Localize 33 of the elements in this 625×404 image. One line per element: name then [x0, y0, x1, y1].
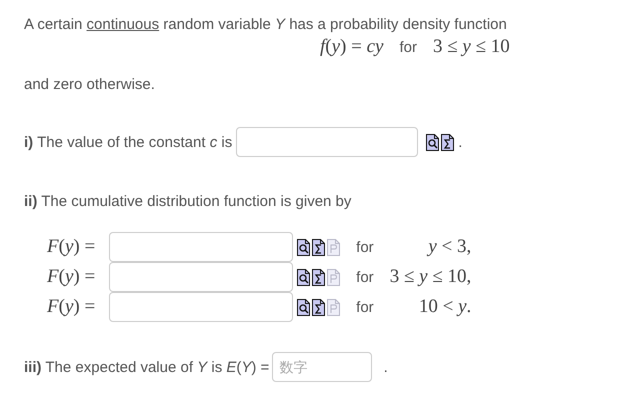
function-label: F(y) = [47, 296, 96, 318]
intro-text: A certain continuous random variable Y has a probability density function [24, 15, 508, 35]
answer-field[interactable]: 数字 [272, 352, 372, 382]
condition-formula: 10 < y. [418, 296, 472, 318]
density-formula: f(y) = cy [320, 36, 384, 58]
for-text: for [356, 238, 374, 256]
answer-field[interactable] [109, 232, 294, 262]
sigma-document-icon[interactable] [312, 238, 326, 256]
range-formula: 3 ≤ y ≤ 10 [432, 36, 510, 58]
magnifier-document-icon[interactable] [426, 134, 440, 150]
sigma-document-icon[interactable] [312, 268, 326, 286]
question-text: ii) The cumulative distribution function is given by [24, 193, 352, 210]
magnifier-document-icon[interactable] [297, 238, 310, 256]
magnifier-document-icon[interactable] [297, 268, 310, 286]
question-text: i) The value of the constant c is [24, 134, 232, 150]
answer-field[interactable] [109, 262, 294, 292]
period-text: . [382, 358, 388, 376]
magnifier-document-icon[interactable] [297, 298, 310, 316]
answer-field[interactable] [109, 292, 294, 322]
otherwise-text: and zero otherwise. [24, 76, 156, 93]
function-label: F(y) = [47, 266, 96, 288]
condition-formula: 3 ≤ y ≤ 10, [390, 266, 472, 288]
for-text: for [399, 39, 417, 56]
sigma-document-icon[interactable] [312, 298, 326, 316]
term-link[interactable]: continuous [86, 16, 160, 33]
function-label: F(y) = [47, 236, 96, 258]
period-text: . [458, 134, 462, 150]
for-text: for [356, 298, 374, 316]
question-text: iii) The expected value of Y is E(Y) = [24, 358, 270, 376]
for-text: for [356, 268, 374, 286]
answer-field[interactable] [236, 127, 418, 157]
sigma-document-icon[interactable] [441, 134, 454, 150]
condition-formula: y < 3, [428, 236, 472, 258]
